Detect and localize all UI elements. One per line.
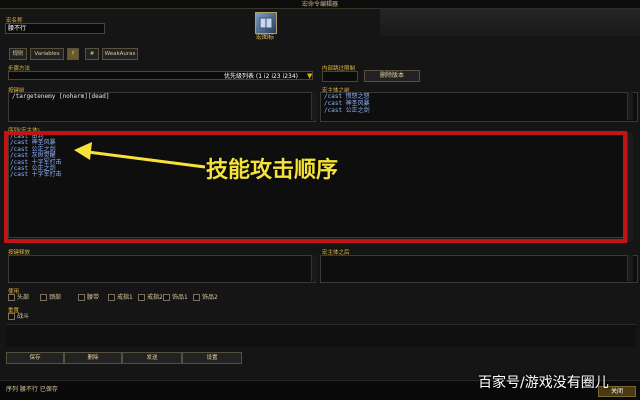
sequence-scrollbar[interactable]: [627, 132, 633, 242]
macro-after-scrollbar[interactable]: [627, 255, 633, 281]
key-release-editor[interactable]: [8, 255, 316, 283]
tab-rules[interactable]: 规则: [9, 48, 27, 60]
keypress-text: /targetenemy [noharm][dead]: [12, 93, 110, 100]
check-trinket2[interactable]: 饰品2: [193, 294, 218, 301]
delete-button[interactable]: 删除: [64, 352, 122, 364]
checkbox[interactable]: [8, 313, 15, 320]
check-head[interactable]: 头部: [8, 294, 29, 301]
check-ring2[interactable]: 戒指2: [138, 294, 163, 301]
checkbox[interactable]: [8, 294, 15, 301]
checkbox[interactable]: [138, 294, 145, 301]
arrow-left-icon: [74, 142, 206, 169]
check-belt-label: 腰带: [87, 294, 100, 301]
window-title: 宏命令编辑器: [301, 1, 338, 8]
key-release-scrollbar[interactable]: [311, 255, 317, 281]
check-trinket1[interactable]: 饰品1: [163, 294, 188, 301]
macro-before-line-3: /cast 公正之剑: [324, 106, 370, 114]
keypress-scrollbar[interactable]: [311, 92, 317, 120]
checkbox[interactable]: [78, 294, 85, 301]
options-area: [6, 324, 636, 347]
check-trinket1-label: 饰品1: [172, 294, 188, 301]
watermark: 百家号/游戏没有圈儿: [478, 375, 609, 391]
tab-2[interactable]: #: [85, 48, 99, 60]
top-decoration: [380, 8, 640, 36]
check-head-label: 头部: [17, 294, 30, 301]
reset-combat[interactable]: 战斗: [8, 313, 29, 320]
settings-button[interactable]: 设置: [182, 352, 242, 364]
check-neck[interactable]: 颈部: [40, 294, 61, 301]
save-button[interactable]: 保存: [6, 352, 64, 364]
macro-after-editor[interactable]: [320, 255, 638, 283]
checkbox[interactable]: [40, 294, 47, 301]
checkbox[interactable]: [163, 294, 170, 301]
checkbox[interactable]: [108, 294, 115, 301]
tab-variables[interactable]: Variables: [30, 48, 64, 60]
status-text: 序列 腰不行 已保存: [6, 386, 58, 393]
sequence-dropdown[interactable]: 优先级列表 (1 i2 i23 i234): [8, 71, 313, 80]
send-button[interactable]: 发送: [122, 352, 182, 364]
check-trinket2-label: 饰品2: [202, 294, 218, 301]
macro-before-editor[interactable]: /cast 愤怒之怒 /cast 神圣风暴 /cast 公正之剑: [320, 92, 638, 122]
reset-combat-label: 战斗: [17, 313, 30, 320]
keypress-editor[interactable]: /targetenemy [noharm][dead]: [8, 92, 316, 122]
delete-version-button[interactable]: 删除版本: [364, 70, 420, 82]
inner-limit-input[interactable]: [322, 71, 358, 82]
macro-before-scrollbar[interactable]: [627, 92, 633, 120]
tab-1[interactable]: !: [67, 48, 79, 60]
chevron-down-icon[interactable]: ▼: [307, 72, 312, 80]
check-belt[interactable]: 腰带: [78, 294, 99, 301]
sequence-dropdown-value: 优先级列表 (1 i2 i23 i234): [223, 73, 298, 80]
book-icon: [259, 17, 273, 29]
check-neck-label: 颈部: [49, 294, 62, 301]
checkbox[interactable]: [193, 294, 200, 301]
macro-icon-button[interactable]: [255, 12, 277, 34]
tab-weakauras[interactable]: WeakAuras: [102, 48, 138, 60]
annotation-text: 技能攻击顺序: [206, 158, 339, 183]
macro-name-input[interactable]: 腰不行: [5, 23, 105, 34]
check-ring1[interactable]: 戒指1: [108, 294, 133, 301]
use-checks-row: 头部 颈部 腰带 戒指1 戒指2 饰品1 饰品2: [8, 294, 628, 304]
check-ring1-label: 戒指1: [117, 294, 133, 301]
check-ring2-label: 戒指2: [147, 294, 163, 301]
icon-label: 宏图标: [255, 34, 274, 41]
